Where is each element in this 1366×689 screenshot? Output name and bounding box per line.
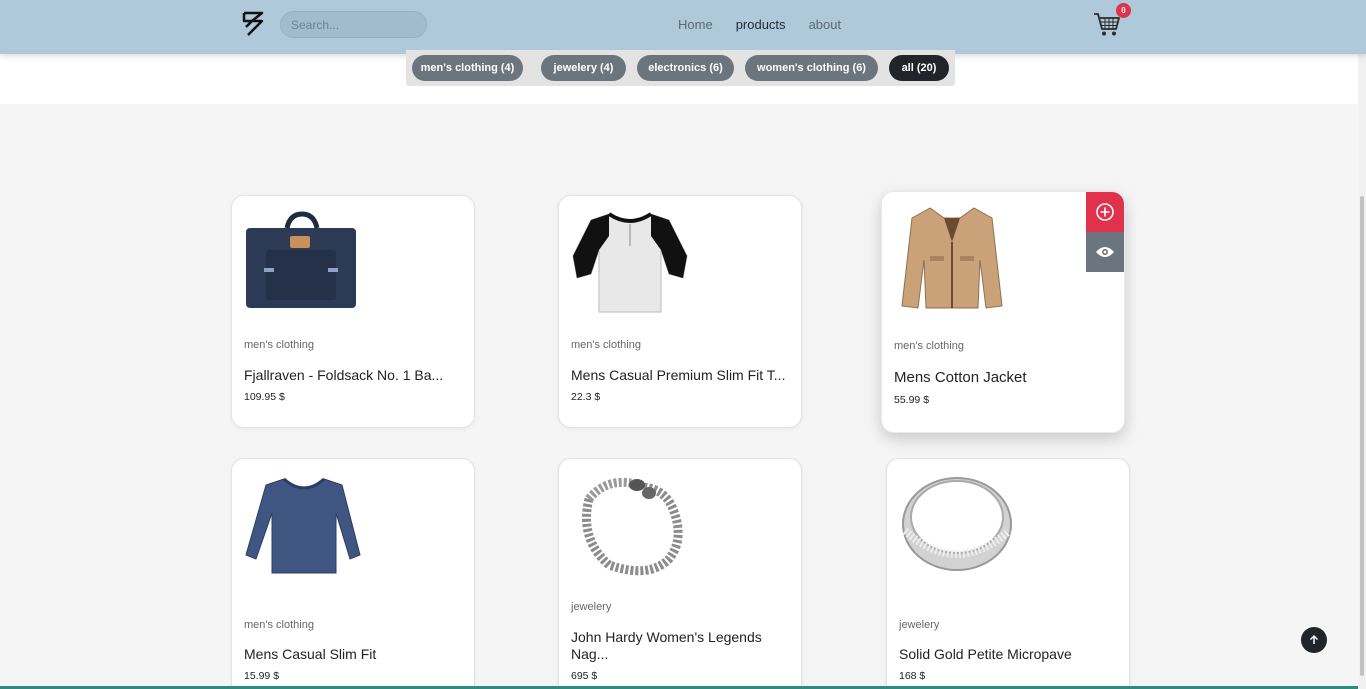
arrow-up-icon <box>1309 634 1319 644</box>
search-input[interactable] <box>280 11 427 38</box>
product-card[interactable]: jewelery Solid Gold Petite Micropave 168… <box>886 458 1130 689</box>
jacket-image <box>901 207 1003 309</box>
cart-count-badge: 0 <box>1116 3 1131 18</box>
product-category: jewelery <box>571 601 612 613</box>
scroll-to-top-button[interactable] <box>1301 627 1327 653</box>
product-category: men's clothing <box>244 619 314 631</box>
add-to-cart-button[interactable] <box>1086 192 1124 232</box>
product-title[interactable]: Fjallraven - Foldsack No. 1 Ba... <box>244 367 466 383</box>
product-title[interactable]: Mens Casual Slim Fit <box>244 646 466 662</box>
product-title[interactable]: Mens Cotton Jacket <box>894 369 1116 386</box>
chain-bracelet-image <box>582 477 683 576</box>
navbar: Home products about 0 <box>0 0 1366 54</box>
product-card[interactable]: men's clothing Mens Casual Premium Slim … <box>558 195 802 428</box>
category-filter-bar: men's clothing (4) jewelery (4) electron… <box>406 50 955 86</box>
product-price: 55.99 $ <box>894 394 930 406</box>
product-price: 15.99 $ <box>244 670 280 682</box>
filter-all[interactable]: all (20) <box>889 55 949 81</box>
product-title[interactable]: John Hardy Women's Legends Nag... <box>571 629 793 663</box>
product-category: men's clothing <box>571 339 641 351</box>
product-card[interactable]: men's clothing Fjallraven - Foldsack No.… <box>231 195 475 428</box>
product-card[interactable]: men's clothing Mens Cotton Jacket 55.99 … <box>881 191 1125 433</box>
product-price: 695 $ <box>571 670 598 682</box>
filter-jewelery[interactable]: jewelery (4) <box>541 55 626 81</box>
product-category: men's clothing <box>894 340 964 352</box>
product-category: men's clothing <box>244 339 314 351</box>
product-title[interactable]: Solid Gold Petite Micropave <box>899 646 1121 662</box>
long-sleeve-shirt-image <box>245 477 361 574</box>
card-action-buttons <box>1086 192 1124 272</box>
product-price: 168 $ <box>899 670 926 682</box>
backpack-image <box>246 211 356 308</box>
ring-image <box>902 477 1012 571</box>
brand-logo-icon[interactable] <box>242 11 264 37</box>
product-card[interactable]: men's clothing Mens Casual Slim Fit 15.9… <box>231 458 475 689</box>
nav-link-about[interactable]: about <box>809 17 842 32</box>
product-card[interactable]: jewelery John Hardy Women's Legends Nag.… <box>558 458 802 689</box>
page-scrollbar[interactable] <box>1358 0 1366 689</box>
nav-link-home[interactable]: Home <box>678 17 713 32</box>
plus-circle-icon <box>1096 203 1114 221</box>
filter-mens-clothing[interactable]: men's clothing (4) <box>412 55 523 81</box>
view-details-button[interactable] <box>1086 232 1124 272</box>
nav-link-products[interactable]: products <box>736 17 786 32</box>
product-category: jewelery <box>899 619 940 631</box>
product-title[interactable]: Mens Casual Premium Slim Fit T... <box>571 367 793 383</box>
filter-womens-clothing[interactable]: women's clothing (6) <box>745 55 878 81</box>
scrollbar-thumb[interactable] <box>1360 196 1364 676</box>
raglan-tshirt-image <box>572 212 688 313</box>
filter-electronics[interactable]: electronics (6) <box>637 55 734 81</box>
eye-icon <box>1096 247 1114 257</box>
product-price: 22.3 $ <box>571 391 601 403</box>
nav-links: Home products about <box>678 17 841 32</box>
product-price: 109.95 $ <box>244 391 285 403</box>
